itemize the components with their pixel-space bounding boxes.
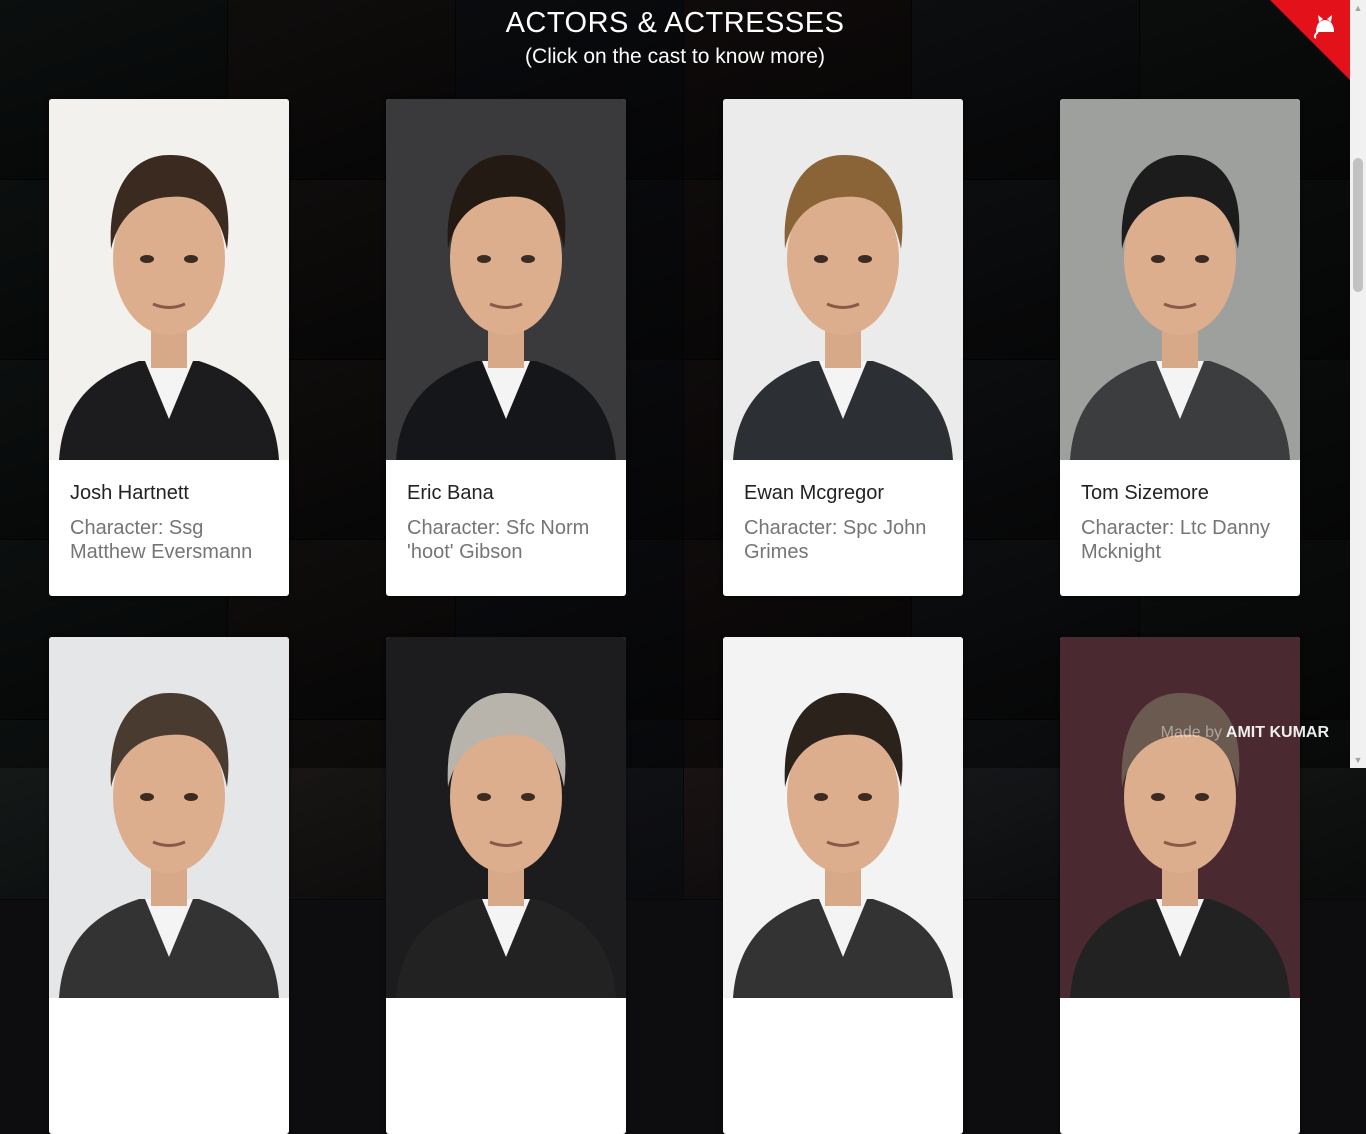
page-scrollbar[interactable]: ▲ ▼ [1350,0,1366,768]
cast-photo[interactable] [723,99,963,460]
cast-info: Ewan Mcgregor Character: Spc John Grimes [723,460,963,564]
cast-card[interactable]: Ewan Mcgregor Character: Spc John Grimes [723,99,963,596]
cast-card[interactable]: Tom Sizemore Character: Ltc Danny Mcknigh… [1060,99,1300,596]
section-heading: ACTORS & ACTRESSES (Click on the cast to… [0,4,1350,72]
cast-character: Character: Sfc Norm 'hoot' Gibson [407,517,590,563]
cast-name: Josh Hartnett [70,482,189,504]
cast-character: Character: Ssg Matthew Eversmann [70,517,253,563]
cast-character: Character: Spc John Grimes [744,517,927,563]
cast-name: Eric Bana [407,482,494,504]
cast-photo[interactable] [1060,637,1300,998]
cast-card[interactable] [1060,637,1300,1134]
cast-photo[interactable] [386,637,626,998]
cast-section: ACTORS & ACTRESSES (Click on the cast to… [0,0,1366,1134]
credit-prefix: Made by [1160,724,1223,741]
scroll-down-arrow-icon[interactable]: ▼ [1350,752,1366,768]
section-title: ACTORS & ACTRESSES [505,7,845,39]
cast-photo[interactable] [1060,99,1300,460]
cast-card[interactable]: Eric Bana Character: Sfc Norm 'hoot' Gibs… [386,99,626,596]
cast-name: Tom Sizemore [1081,482,1209,504]
cast-photo[interactable] [49,99,289,460]
cast-info: Josh Hartnett Character: Ssg Matthew Ever… [49,460,289,564]
cast-photo[interactable] [386,99,626,460]
cast-info: Eric Bana Character: Sfc Norm 'hoot' Gibs… [386,460,626,564]
cast-info: Tom Sizemore Character: Ltc Danny Mcknigh… [1060,460,1300,564]
scrollbar-thumb[interactable] [1353,158,1363,292]
cast-card[interactable] [386,637,626,1134]
cast-grid: Josh Hartnett Character: Ssg Matthew Ever… [49,99,1300,1134]
cast-character: Character: Ltc Danny Mcknight [1081,517,1270,563]
credit-text: Made by AMIT KUMAR [1161,724,1329,742]
cast-photo[interactable] [49,637,289,998]
cast-card[interactable]: Josh Hartnett Character: Ssg Matthew Ever… [49,99,289,596]
cast-card[interactable] [723,637,963,1134]
cast-photo[interactable] [723,637,963,998]
github-octocat-icon[interactable] [1310,10,1340,47]
cast-card[interactable] [49,637,289,1134]
scroll-up-arrow-icon[interactable]: ▲ [1350,0,1366,16]
credit-author: AMIT KUMAR [1225,724,1329,741]
cast-name: Ewan Mcgregor [744,482,885,504]
section-subtitle: (Click on the cast to know more) [525,45,825,68]
